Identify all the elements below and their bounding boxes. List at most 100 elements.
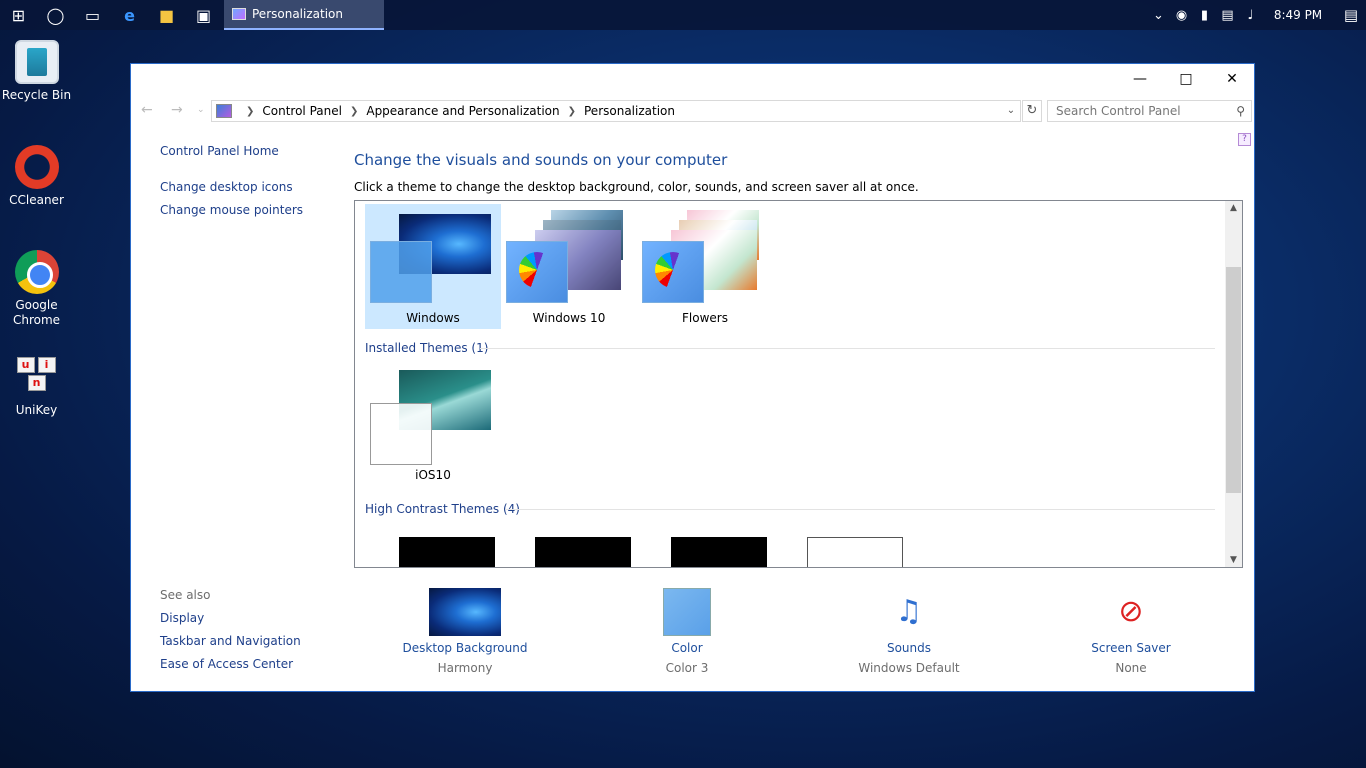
quick-setting-value: Windows Default — [858, 661, 960, 675]
quick-setting-label[interactable]: Sounds — [829, 641, 989, 655]
breadcrumb-appearance[interactable]: Appearance and Personalization — [366, 104, 559, 118]
volume-icon[interactable]: ♩ — [1239, 8, 1262, 23]
control-panel-icon — [232, 8, 246, 20]
color-swatch-icon — [663, 588, 711, 636]
quick-setting-label[interactable]: Desktop Background — [385, 641, 545, 655]
title-bar[interactable]: — □ ✕ — [131, 64, 1254, 94]
ccleaner-icon — [14, 145, 59, 189]
maximize-icon[interactable]: □ — [1163, 64, 1209, 94]
breadcrumb-personalization[interactable]: Personalization — [584, 104, 675, 118]
clock[interactable]: 8:49 PM — [1268, 8, 1328, 22]
color-setting[interactable]: Color Color 3 — [607, 588, 767, 675]
desktop-icon-label: Recycle Bin — [1, 88, 72, 102]
record-icon[interactable]: ◉ — [1170, 8, 1193, 23]
scroll-down-icon[interactable]: ▼ — [1225, 555, 1242, 565]
color-swatch — [370, 241, 432, 303]
scrollbar-thumb[interactable] — [1226, 267, 1241, 493]
quick-setting-value: None — [1115, 661, 1147, 675]
close-icon[interactable]: ✕ — [1209, 64, 1255, 94]
see-also-label: See also — [160, 588, 211, 602]
network-icon[interactable]: ▤ — [1216, 8, 1239, 23]
display-link[interactable]: Display — [160, 611, 204, 625]
recent-dropdown-icon[interactable]: ⌄ — [197, 105, 205, 115]
store-icon[interactable]: ▣ — [185, 0, 222, 30]
ease-of-access-link[interactable]: Ease of Access Center — [160, 657, 293, 671]
scrollbar[interactable]: ▲ ▼ — [1225, 201, 1242, 567]
taskbar: ⊞ ◯ ▭ e ■ ▣ Personalization ⌄ ◉ ▮ ▤ ♩ 8:… — [0, 0, 1366, 30]
desktop-background-icon — [429, 588, 501, 636]
address-bar[interactable]: ❯ Control Panel ❯ Appearance and Persona… — [211, 100, 1021, 122]
file-explorer-icon[interactable]: ■ — [148, 0, 185, 30]
battery-icon[interactable]: ▮ — [1193, 8, 1216, 23]
high-contrast-theme-3[interactable] — [671, 537, 767, 567]
refresh-icon[interactable]: ↻ — [1022, 100, 1042, 122]
chevron-down-icon[interactable]: ⌄ — [1002, 101, 1020, 121]
theme-label: Windows — [406, 311, 460, 325]
navigation-row: ← → ⌄ ❯ Control Panel ❯ Appearance and P… — [131, 100, 1254, 122]
change-mouse-pointers-link[interactable]: Change mouse pointers — [160, 203, 303, 217]
chevron-up-icon[interactable]: ⌄ — [1147, 8, 1170, 23]
desktop-icon-chrome[interactable]: Google Chrome — [0, 250, 73, 328]
theme-label: Flowers — [682, 311, 728, 325]
theme-list: Windows Windows 10 Flowers Installed The… — [354, 200, 1243, 568]
screen-saver-icon: ⊘ — [1118, 594, 1144, 629]
search-placeholder: Search Control Panel — [1056, 104, 1181, 118]
divider — [505, 509, 1215, 510]
quick-setting-value: Color 3 — [665, 661, 709, 675]
high-contrast-theme-2[interactable] — [535, 537, 631, 567]
page-title: Change the visuals and sounds on your co… — [354, 151, 728, 169]
high-contrast-heading: High Contrast Themes (4) — [365, 502, 520, 516]
divider — [480, 348, 1215, 349]
taskbar-navigation-link[interactable]: Taskbar and Navigation — [160, 634, 301, 648]
color-swatch — [370, 403, 432, 465]
recycle-bin-icon — [14, 40, 59, 84]
theme-label: iOS10 — [415, 468, 451, 482]
desktop-icon-unikey[interactable]: u i n UniKey — [0, 355, 73, 418]
personalization-window: — □ ✕ ← → ⌄ ❯ Control Panel ❯ Appearance… — [130, 63, 1255, 692]
windows-start-icon[interactable]: ⊞ — [0, 0, 37, 30]
notification-icon[interactable]: ▤ — [1336, 6, 1366, 24]
sounds-setting[interactable]: ♫ Sounds Windows Default — [829, 588, 989, 675]
high-contrast-theme-white[interactable] — [807, 537, 903, 567]
theme-ios10[interactable]: iOS10 — [365, 364, 501, 486]
color-fan-icon — [642, 241, 704, 303]
control-panel-home-link[interactable]: Control Panel Home — [160, 144, 279, 158]
page-description: Click a theme to change the desktop back… — [354, 180, 919, 194]
control-panel-icon — [216, 104, 232, 118]
forward-arrow-icon[interactable]: → — [171, 102, 183, 118]
change-desktop-icons-link[interactable]: Change desktop icons — [160, 180, 293, 194]
cortana-circle-icon[interactable]: ◯ — [37, 0, 74, 30]
help-icon[interactable]: ? — [1238, 133, 1251, 146]
back-arrow-icon[interactable]: ← — [141, 102, 153, 118]
high-contrast-theme-1[interactable] — [399, 537, 495, 567]
search-input[interactable]: Search Control Panel ⚲ — [1047, 100, 1252, 122]
quick-setting-label[interactable]: Color — [607, 641, 767, 655]
theme-windows-10[interactable]: Windows 10 — [501, 204, 637, 329]
task-view-icon[interactable]: ▭ — [74, 0, 111, 30]
screen-saver-setting[interactable]: ⊘ Screen Saver None — [1051, 588, 1211, 675]
scroll-up-icon[interactable]: ▲ — [1225, 203, 1242, 213]
minimize-icon[interactable]: — — [1117, 64, 1163, 94]
chevron-right-icon[interactable]: ❯ — [568, 106, 576, 117]
chevron-right-icon[interactable]: ❯ — [350, 106, 358, 117]
taskbar-item-personalization[interactable]: Personalization — [224, 0, 384, 30]
desktop-icon-ccleaner[interactable]: CCleaner — [0, 145, 73, 208]
theme-windows[interactable]: Windows — [365, 204, 501, 329]
quick-setting-label[interactable]: Screen Saver — [1051, 641, 1211, 655]
sounds-icon: ♫ — [895, 594, 923, 629]
installed-themes-heading: Installed Themes (1) — [365, 341, 489, 355]
theme-flowers[interactable]: Flowers — [637, 204, 773, 329]
desktop-background-setting[interactable]: Desktop Background Harmony — [385, 588, 545, 675]
color-fan-icon — [506, 241, 568, 303]
search-icon[interactable]: ⚲ — [1236, 101, 1245, 121]
desktop-icon-recycle-bin[interactable]: Recycle Bin — [0, 40, 73, 103]
desktop-icon-label: CCleaner — [9, 193, 64, 207]
desktop-icon-label: Google Chrome — [12, 298, 61, 327]
breadcrumb-control-panel[interactable]: Control Panel — [262, 104, 342, 118]
system-tray: ⌄ ◉ ▮ ▤ ♩ 8:49 PM ▤ — [1147, 0, 1366, 30]
chevron-right-icon[interactable]: ❯ — [246, 106, 254, 117]
edge-icon[interactable]: e — [111, 0, 148, 30]
desktop-icon-label: UniKey — [15, 403, 58, 417]
unikey-icon: u i n — [15, 355, 59, 399]
theme-label: Windows 10 — [532, 311, 606, 325]
